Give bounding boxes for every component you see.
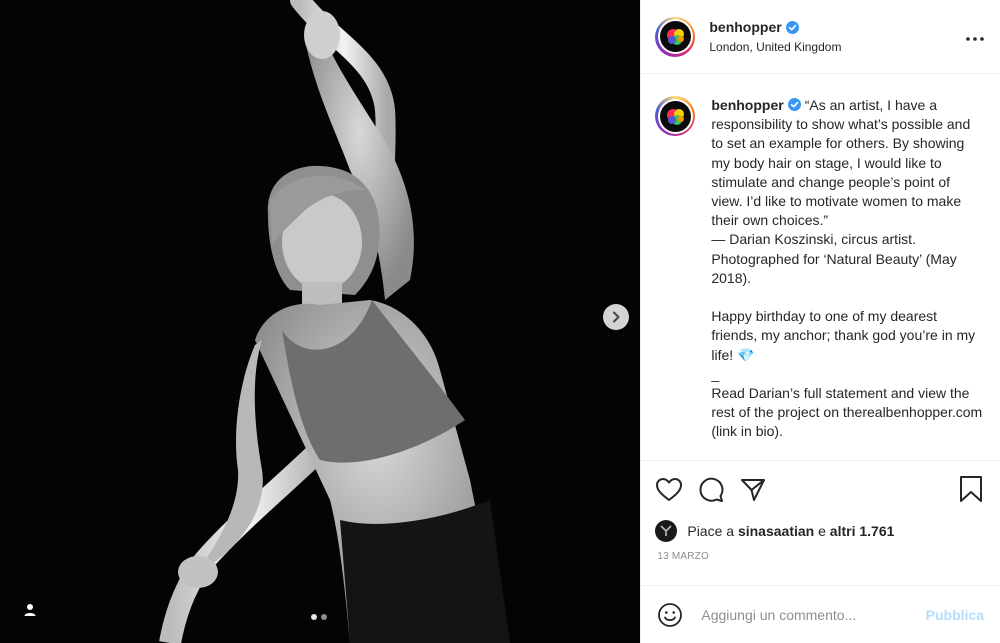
emoji-icon[interactable] [657, 602, 683, 628]
heart-icon[interactable] [655, 476, 683, 504]
post-media[interactable] [0, 0, 641, 643]
next-arrow-icon [613, 311, 620, 323]
carousel-dot-active [311, 614, 317, 620]
avatar-image-icon [666, 29, 684, 45]
likes-mid: e [818, 523, 826, 539]
liker-avatar[interactable] [655, 520, 678, 542]
comment-bar: Pubblica [641, 585, 1000, 643]
likes-count[interactable]: altri 1.761 [830, 523, 895, 539]
more-options-button[interactable] [966, 28, 984, 42]
post-date[interactable]: 13 MARZO [641, 543, 1000, 571]
comment-input[interactable] [699, 605, 926, 624]
caption-area[interactable]: benhopper “As an artist, I have a respons… [641, 74, 1000, 461]
caption-avatar[interactable] [655, 96, 696, 136]
avatar[interactable] [655, 16, 696, 57]
author-username[interactable]: benhopper [709, 19, 781, 36]
post-header: benhopper London, United Kingdom [641, 0, 1000, 74]
share-icon[interactable] [739, 476, 767, 504]
verified-badge-icon [785, 20, 799, 34]
comment-icon[interactable] [697, 476, 725, 504]
next-slide-button[interactable] [603, 304, 629, 330]
verified-badge-icon [787, 98, 801, 111]
likes-prefix: Piace a [687, 523, 735, 539]
liker-avatar-image-icon [660, 525, 672, 536]
carousel-indicator [311, 614, 327, 620]
action-bar [641, 461, 1000, 519]
likes-user[interactable]: sinasaatian [738, 523, 814, 539]
post-side-panel: benhopper London, United Kingdom benhopp… [640, 0, 1000, 643]
publish-button[interactable]: Pubblica [926, 607, 984, 623]
carousel-dot [321, 614, 327, 620]
avatar-image-icon [666, 108, 684, 125]
instagram-post: benhopper London, United Kingdom benhopp… [0, 0, 1000, 643]
caption-body: “As an artist, I have a responsibility t… [711, 97, 983, 440]
bookmark-icon[interactable] [958, 475, 984, 503]
more-options-icon [966, 37, 984, 41]
user-tag-icon [24, 604, 36, 616]
caption-username[interactable]: benhopper [711, 97, 783, 113]
post-photo [0, 0, 641, 643]
tagged-users-button[interactable] [18, 598, 42, 622]
post-caption: benhopper “As an artist, I have a respons… [655, 96, 984, 442]
likes-summary[interactable]: Piace a sinasaatian e altri 1.761 [641, 519, 1000, 543]
post-location[interactable]: London, United Kingdom [709, 40, 841, 54]
